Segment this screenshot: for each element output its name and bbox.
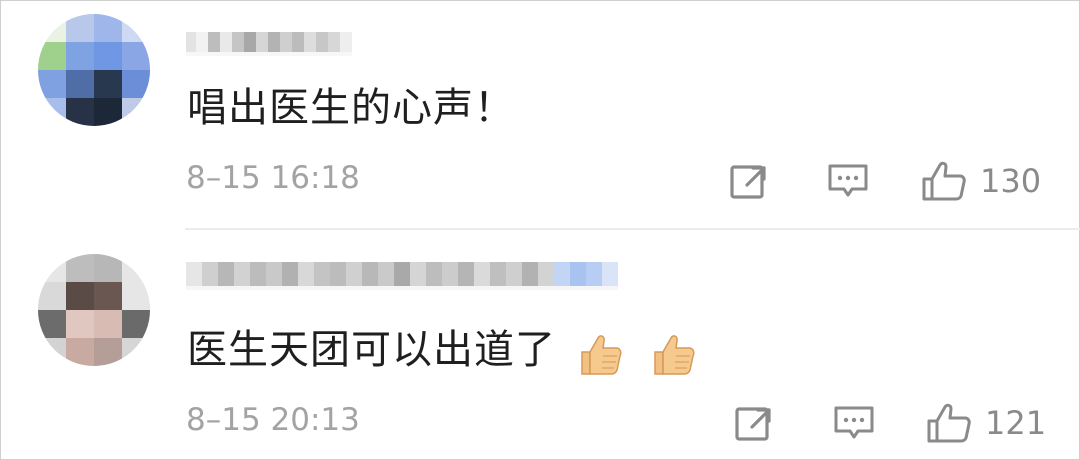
thumbs-up-outline-icon xyxy=(922,161,966,201)
comment-icon xyxy=(834,406,874,439)
thumbs-up-outline-icon xyxy=(927,403,971,443)
comment-icon xyxy=(828,164,868,197)
username-blurred[interactable] xyxy=(186,254,618,294)
comment-time: 8–15 20:13 xyxy=(186,402,360,438)
share-button[interactable] xyxy=(734,401,774,445)
avatar[interactable] xyxy=(38,14,150,126)
emoji-row xyxy=(576,326,710,378)
share-icon xyxy=(735,407,771,441)
avatar[interactable] xyxy=(38,254,150,366)
username-blurred[interactable] xyxy=(186,24,352,64)
reply-button[interactable] xyxy=(832,401,876,445)
share-icon xyxy=(730,165,766,199)
blurred-username-image xyxy=(186,262,618,290)
comment-text: 医生天团可以出道了 xyxy=(187,324,709,378)
comment-time: 8–15 16:18 xyxy=(186,160,360,196)
thumbs-up-icon xyxy=(649,330,697,378)
like-count: 121 xyxy=(985,404,1047,442)
like-button[interactable]: 121 xyxy=(925,401,1046,445)
comment-text: 唱出医生的心声！ xyxy=(187,85,515,131)
pixelated-avatar-image xyxy=(38,254,150,366)
thumbs-up-icon xyxy=(576,330,624,378)
like-button[interactable]: 130 xyxy=(920,159,1041,203)
blurred-username-image xyxy=(186,32,352,56)
like-count: 130 xyxy=(980,162,1042,200)
comment-text-label: 医生天团可以出道了 xyxy=(187,327,556,373)
comment-item: 唱出医生的心声！ 8–15 16:18 130 xyxy=(0,0,1080,228)
share-button[interactable] xyxy=(729,159,769,203)
reply-button[interactable] xyxy=(826,159,870,203)
comment-item: 医生天团可以出道了 8–15 20:13 121 xyxy=(0,230,1080,460)
pixelated-avatar-image xyxy=(38,14,150,126)
